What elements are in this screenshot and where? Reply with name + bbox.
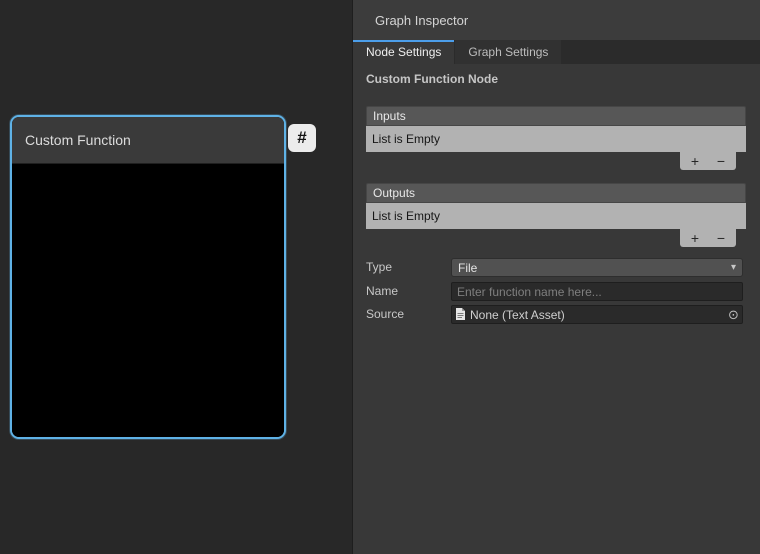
name-field-row: Name xyxy=(353,282,760,301)
type-dropdown-value: File xyxy=(452,261,731,275)
inspector-tabs: Node Settings Graph Settings xyxy=(353,40,760,64)
remove-input-button[interactable]: − xyxy=(710,152,732,170)
source-object-value: None (Text Asset) xyxy=(470,308,725,322)
name-field-wrap xyxy=(451,282,743,301)
graph-inspector-panel: Graph Inspector Node Settings Graph Sett… xyxy=(352,0,760,554)
inputs-list-empty-row: List is Empty xyxy=(366,126,746,152)
node-title: Custom Function xyxy=(25,132,131,148)
tab-graph-settings[interactable]: Graph Settings xyxy=(455,40,561,64)
chevron-down-icon: ▾ xyxy=(731,258,742,277)
source-object-field[interactable]: None (Text Asset) ⊙ xyxy=(451,305,743,324)
inputs-list-header: Inputs xyxy=(366,106,746,126)
type-label: Type xyxy=(366,258,392,277)
add-output-button[interactable]: + xyxy=(684,229,706,247)
outputs-list: Outputs List is Empty + − xyxy=(366,183,746,229)
object-picker-icon[interactable]: ⊙ xyxy=(725,306,742,323)
outputs-list-header: Outputs xyxy=(366,183,746,203)
node-header[interactable]: Custom Function xyxy=(12,117,284,164)
source-label: Source xyxy=(366,305,404,324)
tab-node-settings[interactable]: Node Settings xyxy=(353,40,454,64)
type-field-row: Type File ▾ xyxy=(353,258,760,277)
add-input-button[interactable]: + xyxy=(684,152,706,170)
text-asset-icon xyxy=(455,308,466,321)
custom-function-node[interactable]: Custom Function xyxy=(10,115,286,439)
function-name-input[interactable] xyxy=(451,282,743,301)
inspector-titlebar[interactable]: Graph Inspector xyxy=(353,0,760,41)
outputs-list-footer: + − xyxy=(680,229,736,247)
node-preview xyxy=(12,164,284,437)
outputs-list-empty-row: List is Empty xyxy=(366,203,746,229)
type-dropdown[interactable]: File ▾ xyxy=(451,258,743,277)
source-field-row: Source None (Text Asset) ⊙ xyxy=(353,305,760,324)
inputs-list-footer: + − xyxy=(680,152,736,170)
hash-badge-icon[interactable]: # xyxy=(288,124,316,152)
section-title: Custom Function Node xyxy=(366,72,498,86)
inspector-title: Graph Inspector xyxy=(353,13,468,28)
inputs-list: Inputs List is Empty + − xyxy=(366,106,746,152)
remove-output-button[interactable]: − xyxy=(710,229,732,247)
name-label: Name xyxy=(366,282,398,301)
